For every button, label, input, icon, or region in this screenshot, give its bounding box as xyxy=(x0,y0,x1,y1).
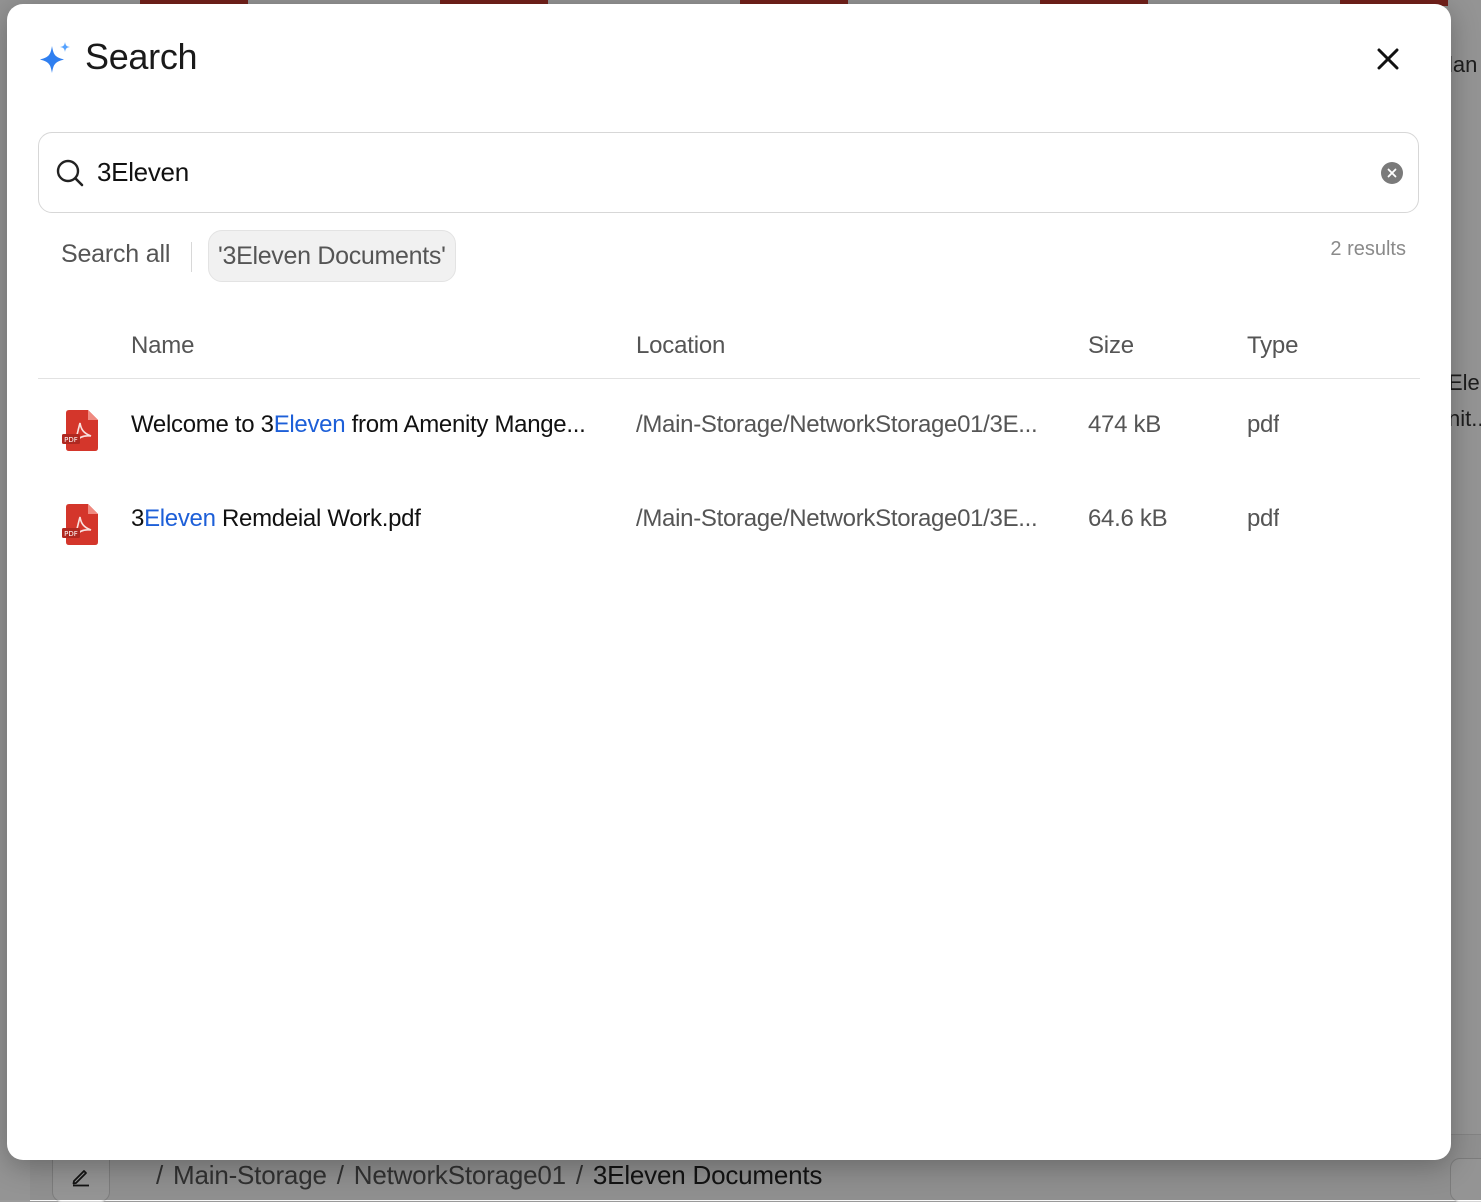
file-type: pdf xyxy=(1247,411,1280,438)
scope-divider xyxy=(191,242,192,272)
file-name[interactable]: Welcome to 3Eleven from Amenity Mange... xyxy=(131,411,611,439)
column-header-type[interactable]: Type xyxy=(1247,332,1298,360)
file-location: /Main-Storage/NetworkStorage01/3E... xyxy=(636,411,1038,438)
search-modal: Search Search all '3Eleven Documents' 2 … xyxy=(7,4,1451,1160)
table-row[interactable]: PDF 3Eleven Remdeial Work.pdf /Main-Stor… xyxy=(38,473,1420,567)
sparkle-icon xyxy=(40,42,70,73)
search-match: Eleven xyxy=(273,411,346,438)
clear-icon xyxy=(1387,168,1397,178)
search-match: Eleven xyxy=(144,505,216,532)
column-header-size[interactable]: Size xyxy=(1088,332,1134,360)
column-header-location[interactable]: Location xyxy=(636,332,725,360)
search-scope-row: Search all '3Eleven Documents' 2 results xyxy=(38,230,1420,286)
file-size: 64.6 kB xyxy=(1088,505,1168,532)
file-size: 474 kB xyxy=(1088,411,1161,438)
pdf-file-icon: PDF xyxy=(62,410,98,451)
svg-text:PDF: PDF xyxy=(64,530,78,538)
search-input[interactable] xyxy=(97,151,1337,193)
close-icon xyxy=(1377,48,1399,70)
modal-title: Search xyxy=(85,36,198,77)
close-button[interactable] xyxy=(1369,40,1407,78)
result-count: 2 results xyxy=(1330,238,1406,260)
table-row[interactable]: PDF Welcome to 3Eleven from Amenity Mang… xyxy=(38,379,1420,473)
search-icon xyxy=(56,159,84,187)
search-all-button[interactable]: Search all xyxy=(61,240,170,269)
file-location: /Main-Storage/NetworkStorage01/3E... xyxy=(636,505,1038,532)
svg-text:PDF: PDF xyxy=(64,436,78,444)
modal-header: Search xyxy=(7,4,1451,114)
search-box xyxy=(38,132,1419,213)
pdf-file-icon: PDF xyxy=(62,504,98,545)
table-header: Name Location Size Type xyxy=(38,322,1420,379)
file-type: pdf xyxy=(1247,505,1280,532)
results-table: Name Location Size Type PDF Welcome to 3… xyxy=(38,322,1420,567)
clear-search-button[interactable] xyxy=(1381,162,1403,184)
file-name[interactable]: 3Eleven Remdeial Work.pdf xyxy=(131,505,611,533)
column-header-name[interactable]: Name xyxy=(131,332,194,360)
current-folder-scope-chip[interactable]: '3Eleven Documents' xyxy=(208,230,456,282)
